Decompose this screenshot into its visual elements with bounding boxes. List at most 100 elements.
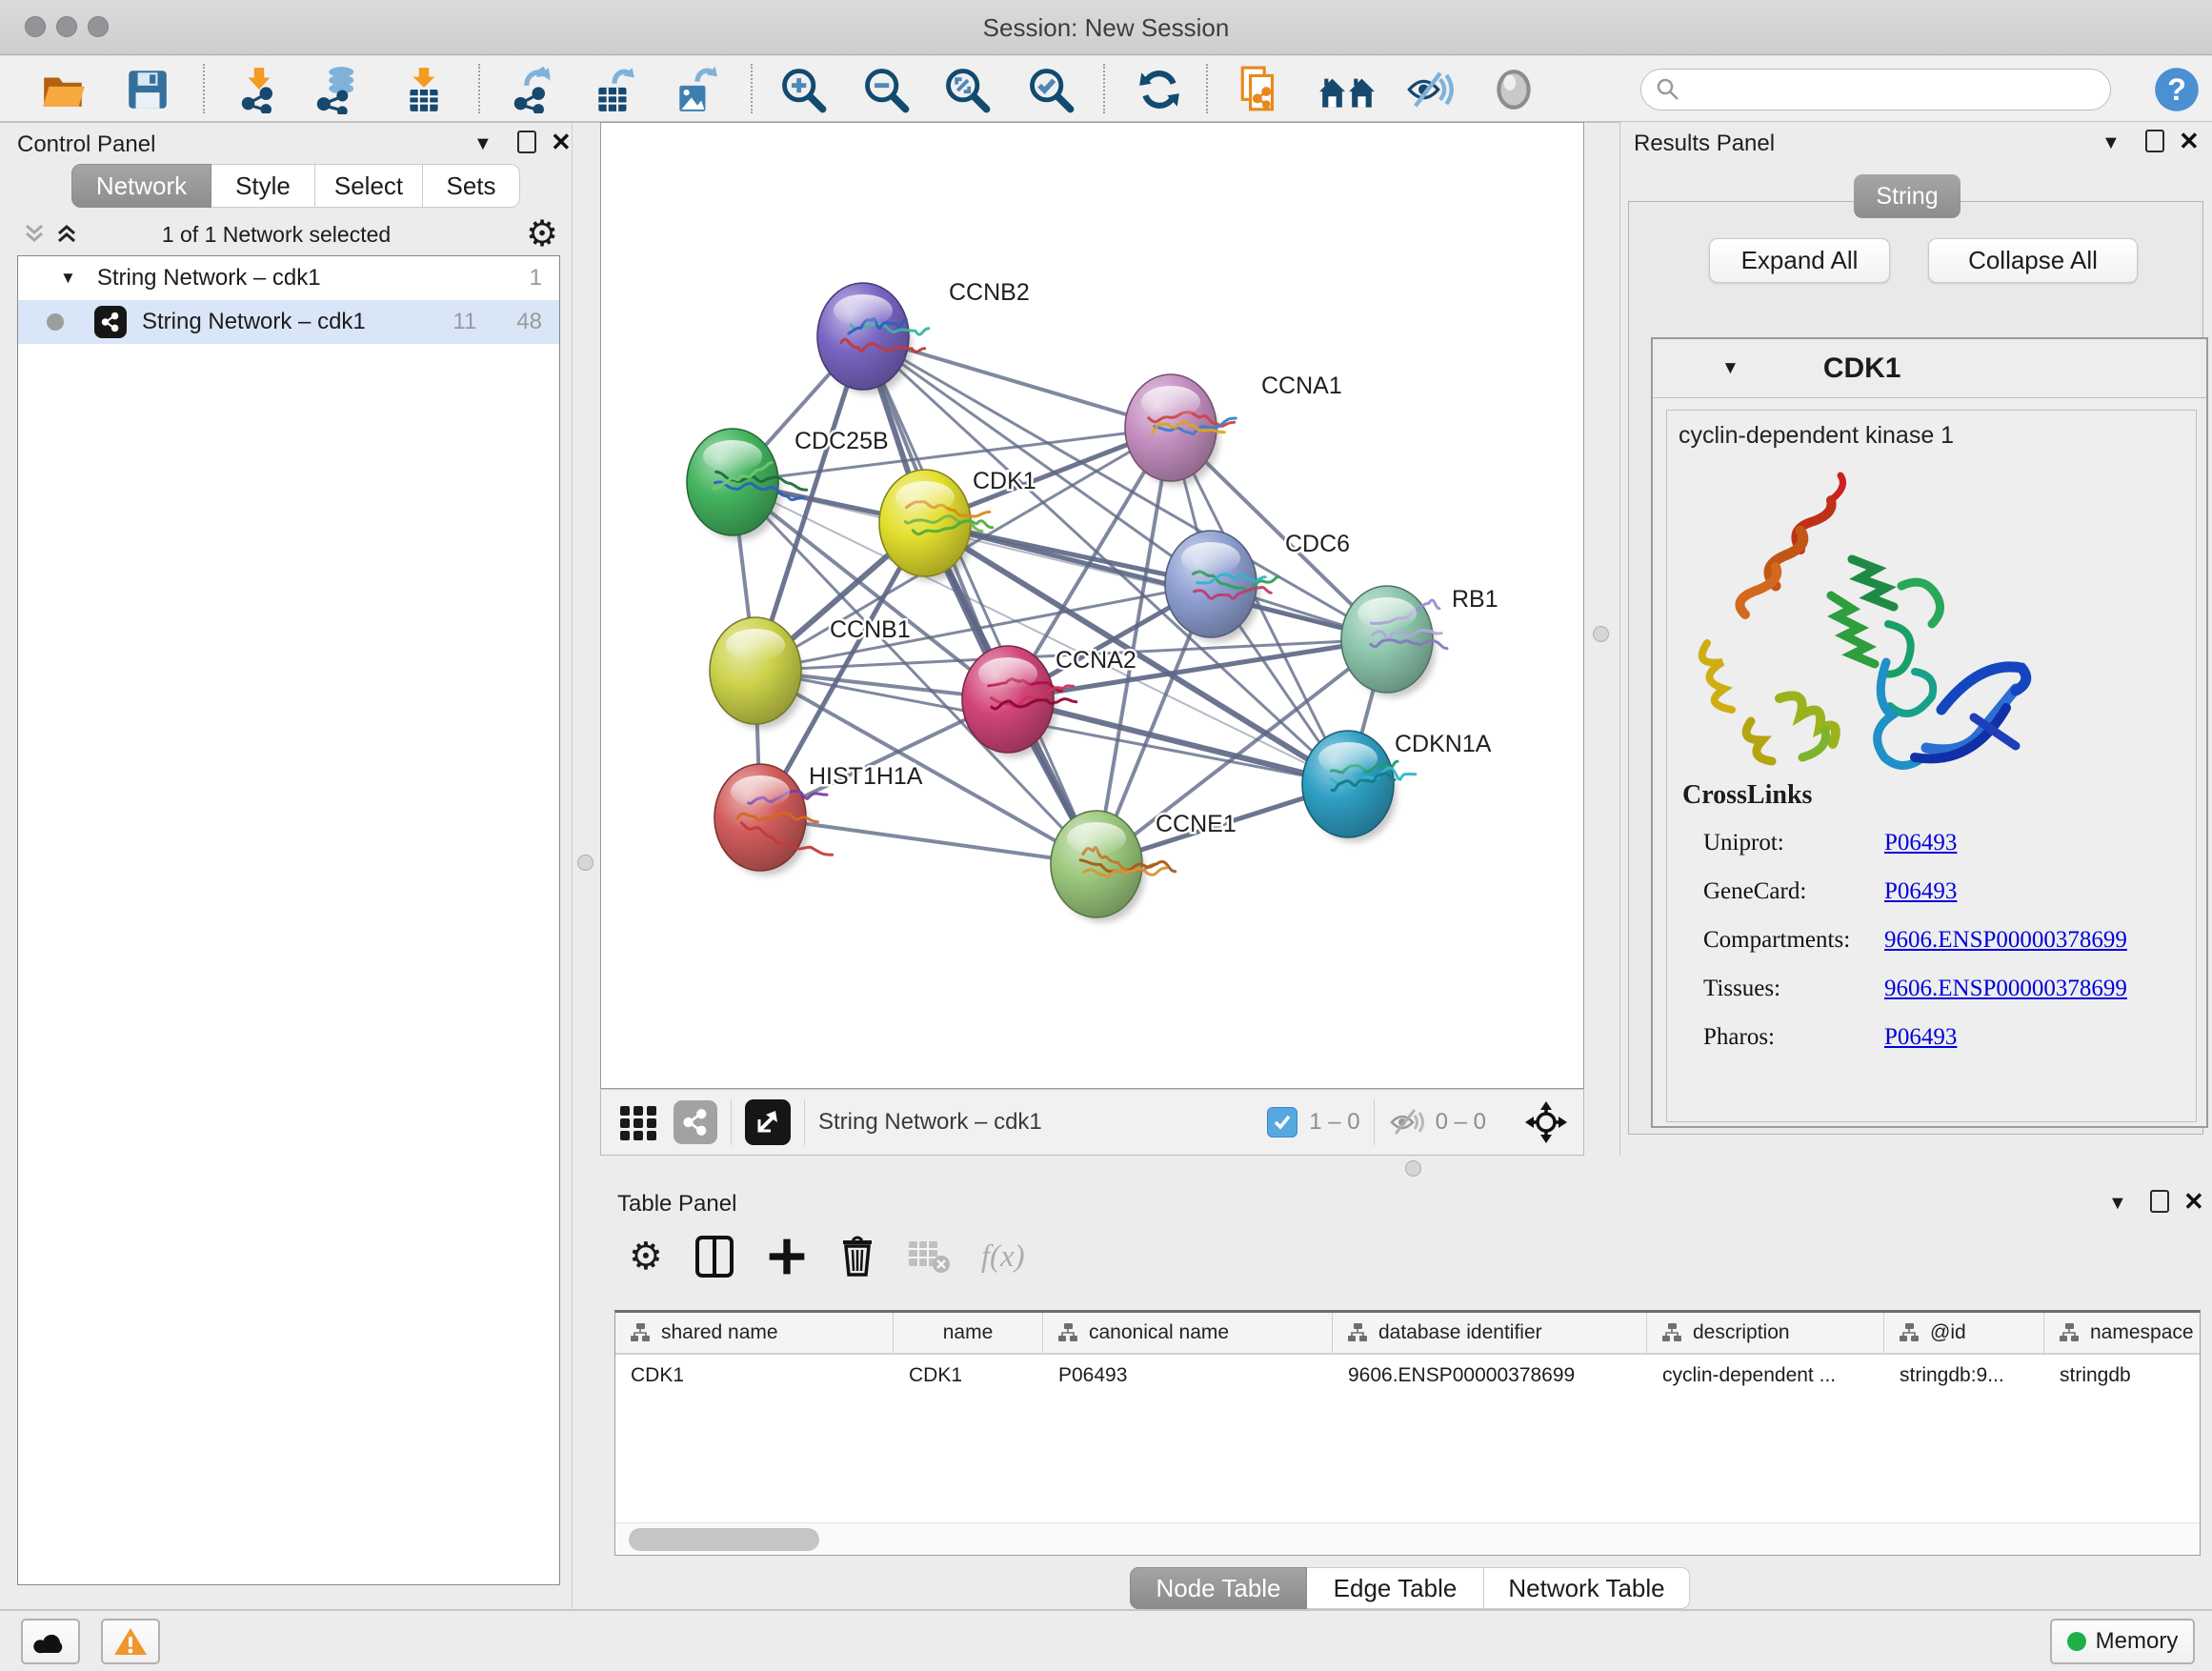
node-CDK1[interactable]: CDK1	[879, 468, 1036, 581]
gene-header[interactable]: ▼ CDK1	[1653, 339, 2206, 398]
grid-view-icon[interactable]	[618, 1102, 658, 1142]
export-image-icon[interactable]	[670, 64, 721, 115]
tab-sets[interactable]: Sets	[423, 164, 520, 208]
column-header-database-identifier[interactable]: database identifier	[1333, 1313, 1647, 1353]
tab-edge-table[interactable]: Edge Table	[1307, 1567, 1484, 1609]
tab-network[interactable]: Network	[71, 164, 211, 208]
panel-menu-icon[interactable]: ▼	[2108, 1193, 2127, 1215]
node-CCNA1[interactable]: CCNA1	[1125, 372, 1342, 486]
collapse-all-networks-icon[interactable]	[21, 220, 48, 247]
export-network-icon[interactable]	[507, 64, 558, 115]
vertical-splitter[interactable]	[572, 123, 600, 1608]
scrollbar-thumb[interactable]	[629, 1528, 819, 1551]
column-header-description[interactable]: description	[1647, 1313, 1884, 1353]
table-cell[interactable]: 9606.ENSP00000378699	[1333, 1355, 1647, 1397]
search-input[interactable]	[1681, 76, 2081, 103]
node-CDKN1A[interactable]: CDKN1A	[1302, 731, 1492, 842]
close-panel-icon[interactable]: ✕	[551, 131, 572, 153]
help-icon[interactable]: ?	[2151, 64, 2202, 115]
gene-expand-icon[interactable]: ▼	[1721, 358, 1739, 379]
hide-show-icon[interactable]	[1404, 64, 1456, 115]
delete-column-icon[interactable]	[838, 1235, 876, 1278]
column-header-shared-name[interactable]: shared name	[615, 1313, 894, 1353]
close-panel-icon[interactable]: ✕	[2183, 1190, 2204, 1213]
zoom-out-icon[interactable]	[860, 64, 912, 115]
document-share-icon[interactable]	[1235, 64, 1286, 115]
collapse-all-button[interactable]: Collapse All	[1928, 238, 2138, 283]
save-icon[interactable]	[122, 64, 173, 115]
node-CCNB1[interactable]: CCNB1	[710, 616, 911, 729]
table-cell[interactable]: P06493	[1043, 1355, 1333, 1397]
panel-menu-icon[interactable]: ▼	[473, 133, 493, 155]
crosslink-link[interactable]: 9606.ENSP00000378699	[1884, 976, 2127, 1002]
import-table-icon[interactable]	[398, 64, 450, 115]
column-header-canonical-name[interactable]: canonical name	[1043, 1313, 1333, 1353]
expand-all-button[interactable]: Expand All	[1709, 238, 1890, 283]
memory-button[interactable]: Memory	[2050, 1619, 2195, 1664]
table-gear-icon[interactable]: ⚙	[629, 1235, 663, 1278]
expand-all-networks-icon[interactable]	[53, 220, 80, 247]
collection-expand-icon[interactable]: ▼	[60, 269, 76, 288]
function-builder-icon[interactable]: f(x)	[981, 1239, 1025, 1275]
cloud-button[interactable]	[21, 1619, 80, 1664]
splitter-handle[interactable]	[1405, 1160, 1421, 1177]
horizontal-splitter[interactable]	[600, 1156, 2212, 1181]
table-cell[interactable]: CDK1	[615, 1355, 894, 1397]
network-row[interactable]: String Network – cdk1 11 48	[18, 300, 559, 344]
hidden-eye-icon[interactable]	[1388, 1106, 1426, 1138]
delete-table-icon[interactable]	[907, 1238, 951, 1276]
home-icon[interactable]	[1317, 64, 1377, 115]
table-cell[interactable]: stringdb:9...	[1884, 1355, 2044, 1397]
node-RB1[interactable]: RB1	[1341, 586, 1498, 697]
export-table-icon[interactable]	[589, 64, 640, 115]
tab-style[interactable]: Style	[211, 164, 315, 208]
crosslink-link[interactable]: P06493	[1884, 830, 1957, 856]
add-column-icon[interactable]	[766, 1236, 808, 1278]
horizontal-scrollbar[interactable]	[615, 1522, 2200, 1555]
import-database-icon[interactable]	[312, 64, 364, 115]
float-panel-icon[interactable]	[2145, 130, 2164, 152]
crosslink-link[interactable]: P06493	[1884, 878, 1957, 905]
close-panel-icon[interactable]: ✕	[2179, 130, 2200, 152]
column-header-namespace[interactable]: namespace	[2044, 1313, 2212, 1353]
gear-icon[interactable]: ⚙	[526, 212, 558, 255]
column-header--id[interactable]: @id	[1884, 1313, 2044, 1353]
show-columns-icon[interactable]	[694, 1234, 735, 1279]
float-panel-icon[interactable]	[517, 131, 536, 153]
network-canvas[interactable]: CCNB2CCNA1CDC25BCDK1CDC6RB1CCNB1CCNA2CDK…	[600, 122, 1584, 1089]
zoom-in-icon[interactable]	[777, 64, 829, 115]
table-cell[interactable]: CDK1	[894, 1355, 1043, 1397]
vertical-splitter[interactable]	[1584, 123, 1619, 1156]
edge-CCNE1-HIST1H1A[interactable]	[760, 817, 1096, 864]
node-CCNA2[interactable]: CCNA2	[962, 646, 1136, 757]
zoom-selected-icon[interactable]	[1025, 64, 1076, 115]
crosslink-link[interactable]: P06493	[1884, 1024, 1957, 1051]
zoom-fit-icon[interactable]	[941, 64, 993, 115]
network-collection-row[interactable]: ▼ String Network – cdk1 1	[18, 256, 559, 300]
refresh-icon[interactable]	[1134, 64, 1185, 115]
birdseye-toggle-icon[interactable]	[1524, 1100, 1568, 1144]
float-panel-icon[interactable]	[2150, 1190, 2169, 1213]
panel-menu-icon[interactable]: ▼	[2101, 132, 2121, 154]
birdseye-icon[interactable]	[1488, 64, 1539, 115]
tab-node-table[interactable]: Node Table	[1130, 1567, 1307, 1609]
open-in-window-icon[interactable]	[745, 1099, 791, 1145]
splitter-handle[interactable]	[577, 855, 593, 871]
search-box[interactable]	[1640, 69, 2111, 111]
network-graph[interactable]: CCNB2CCNA1CDC25BCDK1CDC6RB1CCNB1CCNA2CDK…	[601, 123, 1583, 1088]
node-HIST1H1A[interactable]: HIST1H1A	[714, 763, 923, 876]
table-row[interactable]: CDK1CDK1P064939606.ENSP00000378699cyclin…	[615, 1355, 2200, 1397]
splitter-handle[interactable]	[1593, 626, 1609, 642]
column-header-name[interactable]: name	[894, 1313, 1043, 1353]
table-cell[interactable]: cyclin-dependent ...	[1647, 1355, 1884, 1397]
string-view-icon[interactable]	[674, 1100, 717, 1144]
selected-checkbox-icon[interactable]	[1267, 1107, 1297, 1137]
import-network-icon[interactable]	[234, 64, 286, 115]
warning-button[interactable]	[101, 1619, 160, 1664]
tab-select[interactable]: Select	[315, 164, 423, 208]
tab-string[interactable]: String	[1854, 174, 1961, 218]
table-cell[interactable]: stringdb	[2044, 1355, 2212, 1397]
tab-network-table[interactable]: Network Table	[1484, 1567, 1690, 1609]
open-folder-icon[interactable]	[38, 64, 90, 115]
crosslink-link[interactable]: 9606.ENSP00000378699	[1884, 927, 2127, 954]
